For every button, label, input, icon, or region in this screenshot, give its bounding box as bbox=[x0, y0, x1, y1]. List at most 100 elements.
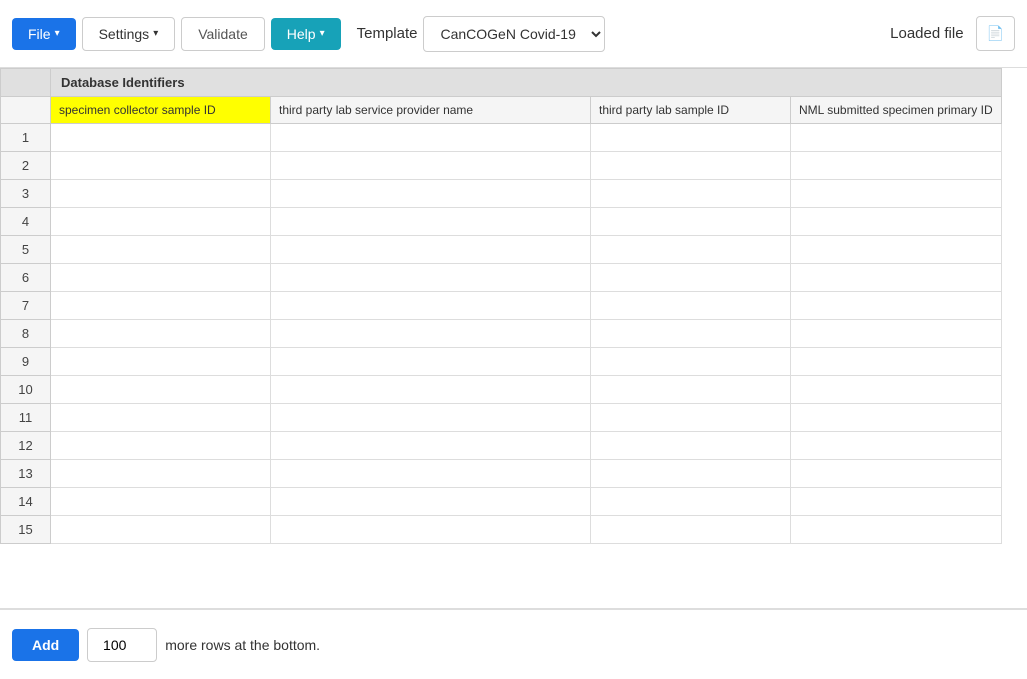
cell-col-nml[interactable] bbox=[791, 264, 1002, 292]
cell-col-third-party-id[interactable] bbox=[591, 516, 791, 544]
cell-col-third-party-id[interactable] bbox=[591, 208, 791, 236]
table-row: 12 bbox=[1, 432, 1002, 460]
add-rows-button[interactable]: Add bbox=[12, 629, 79, 661]
cell-col-third-party-name[interactable] bbox=[271, 236, 591, 264]
bottom-bar: Add more rows at the bottom. bbox=[0, 609, 1027, 679]
cell-col-third-party-name[interactable] bbox=[271, 152, 591, 180]
cell-col-third-party-id[interactable] bbox=[591, 488, 791, 516]
cell-col-third-party-id[interactable] bbox=[591, 264, 791, 292]
cell-col-third-party-name[interactable] bbox=[271, 208, 591, 236]
template-label: Template bbox=[357, 25, 418, 42]
settings-button[interactable]: Settings ▾ bbox=[82, 17, 176, 51]
cell-col-specimen[interactable] bbox=[51, 320, 271, 348]
cell-col-specimen[interactable] bbox=[51, 404, 271, 432]
file-button[interactable]: File ▾ bbox=[12, 18, 76, 50]
col-header-nml: NML submitted specimen primary ID bbox=[791, 97, 1002, 124]
cell-col-nml[interactable] bbox=[791, 460, 1002, 488]
cell-col-nml[interactable] bbox=[791, 516, 1002, 544]
row-number: 2 bbox=[1, 152, 51, 180]
table-row: 1 bbox=[1, 124, 1002, 152]
spreadsheet-table: Database Identifiers specimen collector … bbox=[0, 68, 1002, 544]
help-button[interactable]: Help ▾ bbox=[271, 18, 341, 50]
spreadsheet-container[interactable]: Database Identifiers specimen collector … bbox=[0, 68, 1027, 609]
cell-col-specimen[interactable] bbox=[51, 264, 271, 292]
cell-col-specimen[interactable] bbox=[51, 292, 271, 320]
cell-col-third-party-name[interactable] bbox=[271, 460, 591, 488]
cell-col-specimen[interactable] bbox=[51, 208, 271, 236]
cell-col-specimen[interactable] bbox=[51, 376, 271, 404]
toolbar: File ▾ Settings ▾ Validate Help ▾ Templa… bbox=[0, 0, 1027, 68]
cell-col-third-party-name[interactable] bbox=[271, 432, 591, 460]
cell-col-nml[interactable] bbox=[791, 488, 1002, 516]
cell-col-third-party-name[interactable] bbox=[271, 404, 591, 432]
cell-col-nml[interactable] bbox=[791, 292, 1002, 320]
cell-col-third-party-id[interactable] bbox=[591, 348, 791, 376]
cell-col-specimen[interactable] bbox=[51, 236, 271, 264]
file-label: File bbox=[28, 26, 51, 42]
cell-col-nml[interactable] bbox=[791, 376, 1002, 404]
row-number: 7 bbox=[1, 292, 51, 320]
cell-col-specimen[interactable] bbox=[51, 460, 271, 488]
table-row: 13 bbox=[1, 460, 1002, 488]
cell-col-third-party-name[interactable] bbox=[271, 124, 591, 152]
cell-col-specimen[interactable] bbox=[51, 488, 271, 516]
cell-col-third-party-name[interactable] bbox=[271, 292, 591, 320]
cell-col-third-party-name[interactable] bbox=[271, 376, 591, 404]
table-row: 7 bbox=[1, 292, 1002, 320]
help-label: Help bbox=[287, 26, 316, 42]
cell-col-nml[interactable] bbox=[791, 320, 1002, 348]
cell-col-specimen[interactable] bbox=[51, 152, 271, 180]
col-header-third-party-name: third party lab service provider name bbox=[271, 97, 591, 124]
cell-col-specimen[interactable] bbox=[51, 348, 271, 376]
cell-col-third-party-name[interactable] bbox=[271, 488, 591, 516]
cell-col-third-party-id[interactable] bbox=[591, 376, 791, 404]
cell-col-third-party-name[interactable] bbox=[271, 516, 591, 544]
cell-col-third-party-id[interactable] bbox=[591, 460, 791, 488]
loaded-file-button[interactable]: 📄 bbox=[976, 16, 1015, 51]
cell-col-nml[interactable] bbox=[791, 432, 1002, 460]
cell-col-nml[interactable] bbox=[791, 152, 1002, 180]
cell-col-third-party-id[interactable] bbox=[591, 432, 791, 460]
cell-col-third-party-id[interactable] bbox=[591, 124, 791, 152]
cell-col-third-party-name[interactable] bbox=[271, 348, 591, 376]
cell-col-specimen[interactable] bbox=[51, 516, 271, 544]
row-number: 4 bbox=[1, 208, 51, 236]
settings-label: Settings bbox=[99, 26, 150, 42]
cell-col-nml[interactable] bbox=[791, 180, 1002, 208]
col-header-specimen: specimen collector sample ID bbox=[51, 97, 271, 124]
loaded-file-icon: 📄 bbox=[987, 25, 1004, 41]
settings-caret-icon: ▾ bbox=[153, 28, 158, 39]
row-number: 9 bbox=[1, 348, 51, 376]
table-row: 6 bbox=[1, 264, 1002, 292]
spreadsheet-body: 123456789101112131415 bbox=[1, 124, 1002, 544]
col-header-third-party-id: third party lab sample ID bbox=[591, 97, 791, 124]
db-identifiers-group-header: Database Identifiers bbox=[51, 69, 1002, 97]
template-dropdown[interactable]: CanCOGeN Covid-19 bbox=[423, 16, 605, 52]
table-row: 2 bbox=[1, 152, 1002, 180]
cell-col-third-party-id[interactable] bbox=[591, 236, 791, 264]
cell-col-nml[interactable] bbox=[791, 208, 1002, 236]
cell-col-third-party-id[interactable] bbox=[591, 320, 791, 348]
loaded-file-label: Loaded file bbox=[890, 25, 963, 42]
validate-button[interactable]: Validate bbox=[181, 17, 265, 51]
row-number: 11 bbox=[1, 404, 51, 432]
cell-col-third-party-name[interactable] bbox=[271, 320, 591, 348]
cell-col-nml[interactable] bbox=[791, 348, 1002, 376]
cell-col-specimen[interactable] bbox=[51, 124, 271, 152]
cell-col-specimen[interactable] bbox=[51, 180, 271, 208]
cell-col-third-party-id[interactable] bbox=[591, 292, 791, 320]
table-row: 8 bbox=[1, 320, 1002, 348]
cell-col-third-party-name[interactable] bbox=[271, 264, 591, 292]
cell-col-specimen[interactable] bbox=[51, 432, 271, 460]
table-row: 14 bbox=[1, 488, 1002, 516]
cell-col-third-party-name[interactable] bbox=[271, 180, 591, 208]
cell-col-third-party-id[interactable] bbox=[591, 404, 791, 432]
cell-col-nml[interactable] bbox=[791, 236, 1002, 264]
row-number: 8 bbox=[1, 320, 51, 348]
cell-col-nml[interactable] bbox=[791, 404, 1002, 432]
cell-col-nml[interactable] bbox=[791, 124, 1002, 152]
cell-col-third-party-id[interactable] bbox=[591, 180, 791, 208]
row-number: 5 bbox=[1, 236, 51, 264]
rows-count-input[interactable] bbox=[87, 628, 157, 662]
cell-col-third-party-id[interactable] bbox=[591, 152, 791, 180]
